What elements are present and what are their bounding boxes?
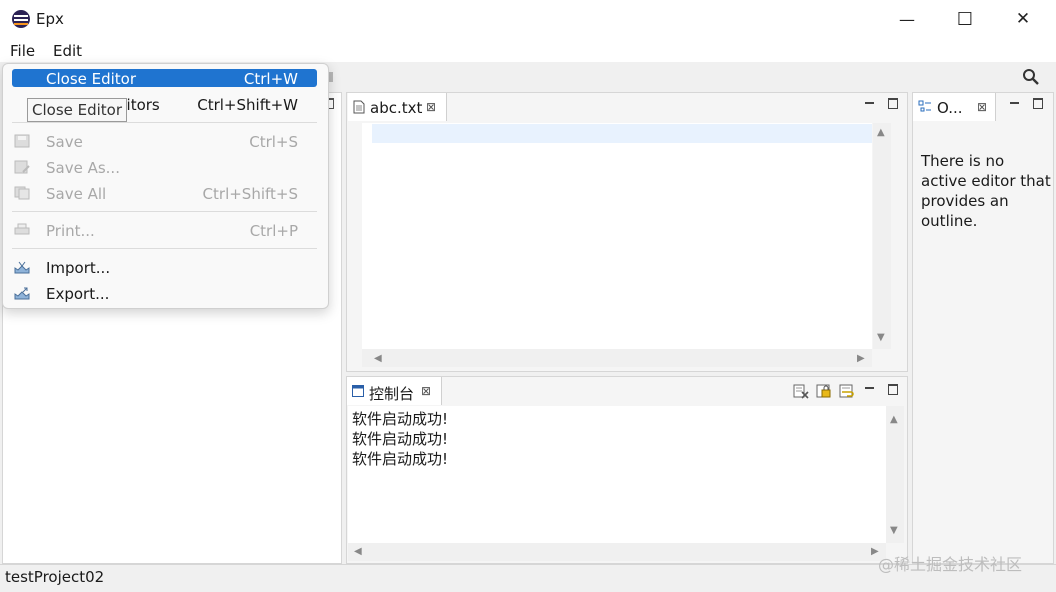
maximize-view-icon[interactable] [888,98,898,109]
menu-item-print[interactable]: Print... [46,222,95,240]
menu-item-shortcut: Ctrl+Shift+W [197,96,298,114]
menu-item-shortcut: Ctrl+P [249,222,298,240]
scroll-up-icon[interactable]: ▲ [890,414,898,425]
text-editor[interactable] [362,123,872,349]
save-all-icon [14,186,30,200]
outline-empty-message: There is no active editor that provides … [921,152,1051,230]
scroll-left-icon[interactable]: ◀ [374,353,382,364]
clear-console-icon[interactable] [793,383,809,399]
save-icon [14,134,30,148]
editor-horizontal-scrollbar[interactable] [362,349,872,367]
menu-separator [12,248,317,249]
toolbar-grip [329,72,333,82]
status-project-name: testProject02 [5,568,105,586]
close-tab-icon[interactable]: ⊠ [977,100,987,114]
scroll-up-icon[interactable]: ▲ [877,127,885,138]
search-icon[interactable] [1022,68,1040,86]
menu-bar [0,38,1056,62]
minimize-view-icon[interactable] [1010,102,1019,104]
tab-label: 控制台 [369,385,415,403]
scroll-down-icon[interactable]: ▼ [890,525,898,536]
scroll-down-icon[interactable]: ▼ [877,332,885,343]
save-as-icon [14,160,30,174]
close-icon: ✕ [1015,9,1031,29]
menu-item-shortcut: Ctrl+S [249,133,298,151]
scroll-lock-icon[interactable] [816,383,832,399]
menu-item-save[interactable]: Save [46,133,83,151]
export-icon [14,287,30,300]
watermark-text: @稀土掘金技术社区 [878,555,1023,574]
menu-item-save-all[interactable]: Save All [46,185,106,203]
maximize-view-icon[interactable] [888,384,898,395]
minimize-button[interactable]: — [878,0,936,38]
minimize-icon: — [899,9,915,29]
menu-separator [12,211,317,212]
eclipse-logo-icon [12,10,30,28]
console-horizontal-scrollbar[interactable] [348,543,886,561]
menu-item-export[interactable]: Export... [46,285,109,303]
text-file-icon [353,100,365,114]
close-window-button[interactable]: ✕ [994,0,1052,38]
console-line: 软件启动成功! [352,450,449,468]
console-line: 软件启动成功! [352,430,449,448]
maximize-button[interactable]: ☐ [936,0,994,38]
menu-item-import[interactable]: Import... [46,259,110,277]
current-line-highlight [372,124,872,143]
tab-outline[interactable]: O... ⊠ [913,93,996,121]
tab-label: O... [937,99,963,117]
scroll-left-icon[interactable]: ◀ [354,546,362,557]
console-line: 软件启动成功! [352,410,449,428]
menu-item-shortcut: Ctrl+W [243,70,298,88]
maximize-icon: ☐ [956,8,974,30]
menu-edit[interactable]: Edit [53,42,82,60]
word-wrap-icon[interactable] [839,383,855,399]
print-icon [14,223,30,235]
menu-item-label: Close Editor [46,70,137,88]
console-vertical-scrollbar[interactable] [886,406,904,543]
scroll-right-icon[interactable]: ▶ [857,353,865,364]
tab-abc-txt[interactable]: abc.txt ⊠ [348,93,447,121]
tooltip: Close Editor [27,98,128,122]
close-tab-icon[interactable]: ⊠ [421,384,431,398]
close-tab-icon[interactable]: ⊠ [426,100,436,114]
console-icon [352,385,364,397]
tab-console[interactable]: 控制台 ⊠ [347,377,442,405]
menu-file[interactable]: File [10,42,35,60]
import-icon [14,261,30,274]
window-title: Epx [36,10,64,28]
editor-vertical-scrollbar[interactable] [873,123,891,349]
minimize-view-icon[interactable] [865,102,874,104]
minimize-view-icon[interactable] [865,387,874,389]
menu-item-save-as[interactable]: Save As... [46,159,120,177]
maximize-view-icon[interactable] [1033,98,1043,109]
menu-item-shortcut: Ctrl+Shift+S [202,185,298,203]
outline-icon [918,100,931,112]
tab-label: abc.txt [370,99,423,117]
menu-separator [12,122,317,123]
